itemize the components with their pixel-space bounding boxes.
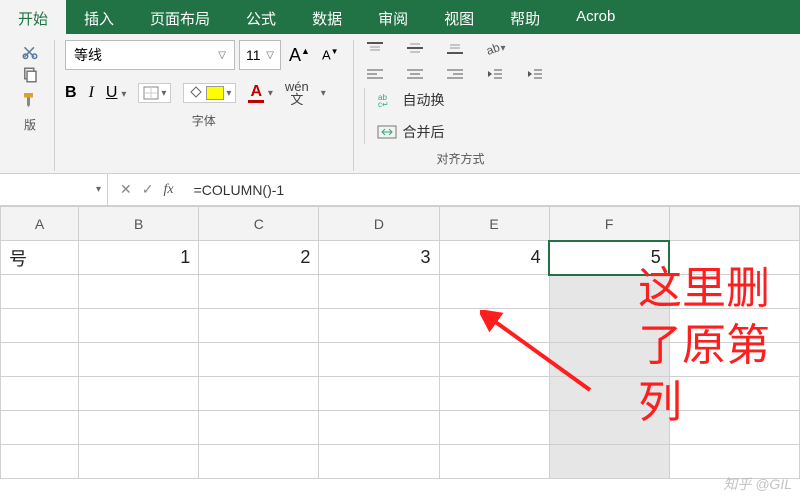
tab-insert[interactable]: 插入 <box>66 0 132 34</box>
align-left-icon[interactable] <box>364 66 386 82</box>
chevron-down-icon[interactable]: ▾ <box>121 89 126 100</box>
align-bottom-icon[interactable] <box>444 40 466 56</box>
font-name-select[interactable]: 等线 ▽ <box>65 40 235 70</box>
underline-button[interactable]: U <box>106 84 118 101</box>
italic-button[interactable]: I <box>89 84 94 102</box>
orientation-icon[interactable]: ab▾ <box>484 40 506 56</box>
cancel-icon[interactable]: ✕ <box>120 181 132 198</box>
cell-G1[interactable] <box>669 241 799 275</box>
group-alignment: ab▾ abc↵ 自动换 合并后 <box>354 40 568 171</box>
name-box[interactable]: ▾ <box>0 174 108 205</box>
font-group-label: 字体 <box>192 112 216 129</box>
enter-icon[interactable]: ✓ <box>142 181 154 198</box>
row-4[interactable] <box>1 343 800 377</box>
row-2[interactable] <box>1 275 800 309</box>
row-6[interactable] <box>1 411 800 445</box>
row-7[interactable] <box>1 445 800 479</box>
cell-A1[interactable]: 号 <box>1 241 79 275</box>
col-header-A[interactable]: A <box>1 207 79 241</box>
menu-tabs: 开始 插入 页面布局 公式 数据 审阅 视图 帮助 Acrob <box>0 0 800 34</box>
decrease-indent-icon[interactable] <box>484 66 506 82</box>
shrink-font-icon[interactable]: A▼ <box>318 47 343 62</box>
wrap-text-label: 自动换 <box>403 90 445 110</box>
copy-icon[interactable] <box>20 66 40 84</box>
bold-button[interactable]: B <box>65 84 77 102</box>
fx-icon[interactable]: fx <box>163 182 173 198</box>
column-headers[interactable]: A B C D E F <box>1 207 800 241</box>
row-5[interactable] <box>1 377 800 411</box>
worksheet-grid[interactable]: A B C D E F 号 1 2 3 4 5 <box>0 206 800 479</box>
cell[interactable] <box>1 275 79 309</box>
tab-review[interactable]: 审阅 <box>360 0 426 34</box>
font-size-select[interactable]: 11 ▽ <box>239 40 281 70</box>
format-painter-icon[interactable] <box>20 90 40 108</box>
formula-input[interactable]: =COLUMN()-1 <box>186 182 293 198</box>
group-font: 等线 ▽ 11 ▽ A▲ A▼ B I U ▾ ▾ ▾ A ▾ wén文 ▾ 字体 <box>55 40 354 171</box>
tab-data[interactable]: 数据 <box>294 0 360 34</box>
col-header-E[interactable]: E <box>439 207 549 241</box>
grow-font-icon[interactable]: A▲ <box>285 45 314 66</box>
cell-F1[interactable]: 5 <box>549 241 669 275</box>
tab-start[interactable]: 开始 <box>0 0 66 34</box>
col-header-G[interactable] <box>669 207 799 241</box>
tab-formulas[interactable]: 公式 <box>228 0 294 34</box>
merge-cells-button[interactable]: 合并后 <box>373 120 449 144</box>
row-3[interactable] <box>1 309 800 343</box>
tab-acrobat[interactable]: Acrob <box>558 0 633 34</box>
svg-text:ab: ab <box>484 40 501 56</box>
tab-view[interactable]: 视图 <box>426 0 492 34</box>
col-header-D[interactable]: D <box>319 207 439 241</box>
font-color-button[interactable]: A ▾ <box>248 83 272 103</box>
font-size-value: 11 <box>246 47 261 63</box>
cell-D1[interactable]: 3 <box>319 241 439 275</box>
chevron-down-icon: ▾ <box>501 43 506 54</box>
chevron-down-icon: ▾ <box>161 88 166 99</box>
tab-help[interactable]: 帮助 <box>492 0 558 34</box>
fill-color-button[interactable]: ▾ <box>183 83 236 103</box>
svg-text:c↵: c↵ <box>378 100 389 108</box>
formula-bar: ▾ ✕ ✓ fx =COLUMN()-1 <box>0 174 800 206</box>
font-name-value: 等线 <box>74 45 102 65</box>
cell-B1[interactable]: 1 <box>79 241 199 275</box>
chevron-down-icon: ▽ <box>266 50 274 61</box>
borders-button[interactable]: ▾ <box>138 83 171 103</box>
group-clipboard: 版 <box>6 40 55 171</box>
align-top-icon[interactable] <box>364 40 386 56</box>
increase-indent-icon[interactable] <box>524 66 546 82</box>
wrap-text-button[interactable]: abc↵ 自动换 <box>373 88 449 112</box>
chevron-down-icon: ▾ <box>226 88 231 99</box>
clipboard-label: 版 <box>24 116 36 133</box>
align-group-label: 对齐方式 <box>437 150 485 167</box>
phonetic-guide-button[interactable]: wén文 <box>285 80 309 106</box>
align-center-icon[interactable] <box>404 66 426 82</box>
ribbon: 版 等线 ▽ 11 ▽ A▲ A▼ B I U ▾ ▾ ▾ <box>0 34 800 174</box>
merge-label: 合并后 <box>403 122 445 142</box>
chevron-down-icon: ▾ <box>96 184 101 195</box>
cut-icon[interactable] <box>20 42 40 60</box>
cell-E1[interactable]: 4 <box>439 241 549 275</box>
cell-C1[interactable]: 2 <box>199 241 319 275</box>
col-header-C[interactable]: C <box>199 207 319 241</box>
row-1[interactable]: 号 1 2 3 4 5 <box>1 241 800 275</box>
align-right-icon[interactable] <box>444 66 466 82</box>
chevron-down-icon: ▽ <box>218 50 226 61</box>
col-header-B[interactable]: B <box>79 207 199 241</box>
col-header-F[interactable]: F <box>549 207 669 241</box>
align-middle-icon[interactable] <box>404 40 426 56</box>
tab-layout[interactable]: 页面布局 <box>132 0 228 34</box>
chevron-down-icon: ▾ <box>268 88 273 99</box>
chevron-down-icon[interactable]: ▾ <box>321 88 326 99</box>
